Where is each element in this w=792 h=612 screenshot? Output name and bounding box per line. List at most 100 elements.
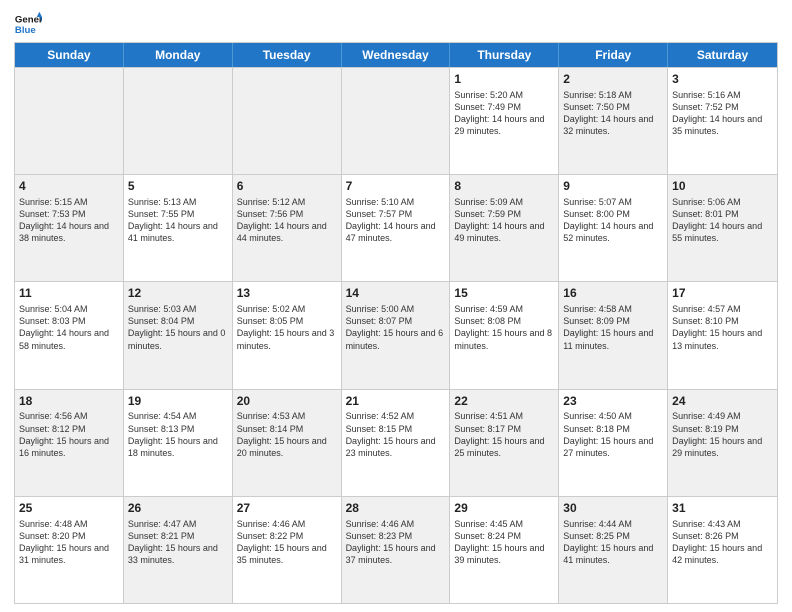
cell-text: Sunrise: 4:45 AM Sunset: 8:24 PM Dayligh… <box>454 518 554 567</box>
cal-cell-r0c4: 1Sunrise: 5:20 AM Sunset: 7:49 PM Daylig… <box>450 68 559 174</box>
cal-cell-r1c4: 8Sunrise: 5:09 AM Sunset: 7:59 PM Daylig… <box>450 175 559 281</box>
cell-text: Sunrise: 5:04 AM Sunset: 8:03 PM Dayligh… <box>19 303 119 352</box>
day-number: 17 <box>672 285 773 302</box>
cell-text: Sunrise: 4:48 AM Sunset: 8:20 PM Dayligh… <box>19 518 119 567</box>
day-number: 29 <box>454 500 554 517</box>
day-number: 31 <box>672 500 773 517</box>
cell-text: Sunrise: 5:09 AM Sunset: 7:59 PM Dayligh… <box>454 196 554 245</box>
page: General Blue SundayMondayTuesdayWednesda… <box>0 0 792 612</box>
cell-text: Sunrise: 4:54 AM Sunset: 8:13 PM Dayligh… <box>128 410 228 459</box>
cell-text: Sunrise: 4:59 AM Sunset: 8:08 PM Dayligh… <box>454 303 554 352</box>
cell-text: Sunrise: 4:49 AM Sunset: 8:19 PM Dayligh… <box>672 410 773 459</box>
header: General Blue <box>14 10 778 38</box>
cell-text: Sunrise: 5:10 AM Sunset: 7:57 PM Dayligh… <box>346 196 446 245</box>
day-number: 19 <box>128 393 228 410</box>
day-number: 10 <box>672 178 773 195</box>
cal-cell-r1c2: 6Sunrise: 5:12 AM Sunset: 7:56 PM Daylig… <box>233 175 342 281</box>
header-cell-tuesday: Tuesday <box>233 43 342 67</box>
cal-cell-r4c2: 27Sunrise: 4:46 AM Sunset: 8:22 PM Dayli… <box>233 497 342 603</box>
logo: General Blue <box>14 10 46 38</box>
cal-cell-r2c3: 14Sunrise: 5:00 AM Sunset: 8:07 PM Dayli… <box>342 282 451 388</box>
cal-cell-r1c0: 4Sunrise: 5:15 AM Sunset: 7:53 PM Daylig… <box>15 175 124 281</box>
cal-cell-r3c1: 19Sunrise: 4:54 AM Sunset: 8:13 PM Dayli… <box>124 390 233 496</box>
cell-text: Sunrise: 5:18 AM Sunset: 7:50 PM Dayligh… <box>563 89 663 138</box>
day-number: 16 <box>563 285 663 302</box>
header-cell-wednesday: Wednesday <box>342 43 451 67</box>
calendar-row-1: 1Sunrise: 5:20 AM Sunset: 7:49 PM Daylig… <box>15 67 777 174</box>
cell-text: Sunrise: 4:47 AM Sunset: 8:21 PM Dayligh… <box>128 518 228 567</box>
cal-cell-r3c4: 22Sunrise: 4:51 AM Sunset: 8:17 PM Dayli… <box>450 390 559 496</box>
day-number: 22 <box>454 393 554 410</box>
day-number: 27 <box>237 500 337 517</box>
cal-cell-r3c6: 24Sunrise: 4:49 AM Sunset: 8:19 PM Dayli… <box>668 390 777 496</box>
day-number: 25 <box>19 500 119 517</box>
cal-cell-r1c1: 5Sunrise: 5:13 AM Sunset: 7:55 PM Daylig… <box>124 175 233 281</box>
cal-cell-r4c4: 29Sunrise: 4:45 AM Sunset: 8:24 PM Dayli… <box>450 497 559 603</box>
cal-cell-r2c4: 15Sunrise: 4:59 AM Sunset: 8:08 PM Dayli… <box>450 282 559 388</box>
cell-text: Sunrise: 4:57 AM Sunset: 8:10 PM Dayligh… <box>672 303 773 352</box>
day-number: 2 <box>563 71 663 88</box>
svg-text:Blue: Blue <box>15 25 36 36</box>
day-number: 23 <box>563 393 663 410</box>
cell-text: Sunrise: 4:43 AM Sunset: 8:26 PM Dayligh… <box>672 518 773 567</box>
cal-cell-r0c0 <box>15 68 124 174</box>
cell-text: Sunrise: 4:51 AM Sunset: 8:17 PM Dayligh… <box>454 410 554 459</box>
day-number: 12 <box>128 285 228 302</box>
cal-cell-r1c6: 10Sunrise: 5:06 AM Sunset: 8:01 PM Dayli… <box>668 175 777 281</box>
day-number: 13 <box>237 285 337 302</box>
cal-cell-r2c0: 11Sunrise: 5:04 AM Sunset: 8:03 PM Dayli… <box>15 282 124 388</box>
day-number: 14 <box>346 285 446 302</box>
day-number: 11 <box>19 285 119 302</box>
day-number: 24 <box>672 393 773 410</box>
cell-text: Sunrise: 4:52 AM Sunset: 8:15 PM Dayligh… <box>346 410 446 459</box>
cal-cell-r0c2 <box>233 68 342 174</box>
header-cell-friday: Friday <box>559 43 668 67</box>
day-number: 6 <box>237 178 337 195</box>
cal-cell-r2c1: 12Sunrise: 5:03 AM Sunset: 8:04 PM Dayli… <box>124 282 233 388</box>
cal-cell-r1c5: 9Sunrise: 5:07 AM Sunset: 8:00 PM Daylig… <box>559 175 668 281</box>
cal-cell-r3c5: 23Sunrise: 4:50 AM Sunset: 8:18 PM Dayli… <box>559 390 668 496</box>
cal-cell-r4c5: 30Sunrise: 4:44 AM Sunset: 8:25 PM Dayli… <box>559 497 668 603</box>
cal-cell-r0c3 <box>342 68 451 174</box>
cal-cell-r4c0: 25Sunrise: 4:48 AM Sunset: 8:20 PM Dayli… <box>15 497 124 603</box>
header-cell-thursday: Thursday <box>450 43 559 67</box>
day-number: 9 <box>563 178 663 195</box>
cell-text: Sunrise: 4:50 AM Sunset: 8:18 PM Dayligh… <box>563 410 663 459</box>
cal-cell-r0c5: 2Sunrise: 5:18 AM Sunset: 7:50 PM Daylig… <box>559 68 668 174</box>
logo-icon: General Blue <box>14 10 42 38</box>
day-number: 20 <box>237 393 337 410</box>
cal-cell-r4c3: 28Sunrise: 4:46 AM Sunset: 8:23 PM Dayli… <box>342 497 451 603</box>
day-number: 26 <box>128 500 228 517</box>
cal-cell-r3c3: 21Sunrise: 4:52 AM Sunset: 8:15 PM Dayli… <box>342 390 451 496</box>
day-number: 30 <box>563 500 663 517</box>
cell-text: Sunrise: 4:44 AM Sunset: 8:25 PM Dayligh… <box>563 518 663 567</box>
day-number: 3 <box>672 71 773 88</box>
day-number: 4 <box>19 178 119 195</box>
cell-text: Sunrise: 4:58 AM Sunset: 8:09 PM Dayligh… <box>563 303 663 352</box>
cal-cell-r4c6: 31Sunrise: 4:43 AM Sunset: 8:26 PM Dayli… <box>668 497 777 603</box>
day-number: 18 <box>19 393 119 410</box>
cal-cell-r2c5: 16Sunrise: 4:58 AM Sunset: 8:09 PM Dayli… <box>559 282 668 388</box>
cal-cell-r0c6: 3Sunrise: 5:16 AM Sunset: 7:52 PM Daylig… <box>668 68 777 174</box>
cell-text: Sunrise: 5:03 AM Sunset: 8:04 PM Dayligh… <box>128 303 228 352</box>
cell-text: Sunrise: 5:00 AM Sunset: 8:07 PM Dayligh… <box>346 303 446 352</box>
calendar-body: 1Sunrise: 5:20 AM Sunset: 7:49 PM Daylig… <box>15 67 777 603</box>
day-number: 5 <box>128 178 228 195</box>
header-cell-sunday: Sunday <box>15 43 124 67</box>
cal-cell-r1c3: 7Sunrise: 5:10 AM Sunset: 7:57 PM Daylig… <box>342 175 451 281</box>
cal-cell-r3c2: 20Sunrise: 4:53 AM Sunset: 8:14 PM Dayli… <box>233 390 342 496</box>
cal-cell-r0c1 <box>124 68 233 174</box>
header-cell-monday: Monday <box>124 43 233 67</box>
cal-cell-r3c0: 18Sunrise: 4:56 AM Sunset: 8:12 PM Dayli… <box>15 390 124 496</box>
cell-text: Sunrise: 5:16 AM Sunset: 7:52 PM Dayligh… <box>672 89 773 138</box>
day-number: 15 <box>454 285 554 302</box>
day-number: 7 <box>346 178 446 195</box>
calendar-row-3: 11Sunrise: 5:04 AM Sunset: 8:03 PM Dayli… <box>15 281 777 388</box>
cal-cell-r2c2: 13Sunrise: 5:02 AM Sunset: 8:05 PM Dayli… <box>233 282 342 388</box>
cell-text: Sunrise: 5:13 AM Sunset: 7:55 PM Dayligh… <box>128 196 228 245</box>
cell-text: Sunrise: 5:15 AM Sunset: 7:53 PM Dayligh… <box>19 196 119 245</box>
cal-cell-r4c1: 26Sunrise: 4:47 AM Sunset: 8:21 PM Dayli… <box>124 497 233 603</box>
cell-text: Sunrise: 5:12 AM Sunset: 7:56 PM Dayligh… <box>237 196 337 245</box>
cell-text: Sunrise: 5:02 AM Sunset: 8:05 PM Dayligh… <box>237 303 337 352</box>
calendar: SundayMondayTuesdayWednesdayThursdayFrid… <box>14 42 778 604</box>
